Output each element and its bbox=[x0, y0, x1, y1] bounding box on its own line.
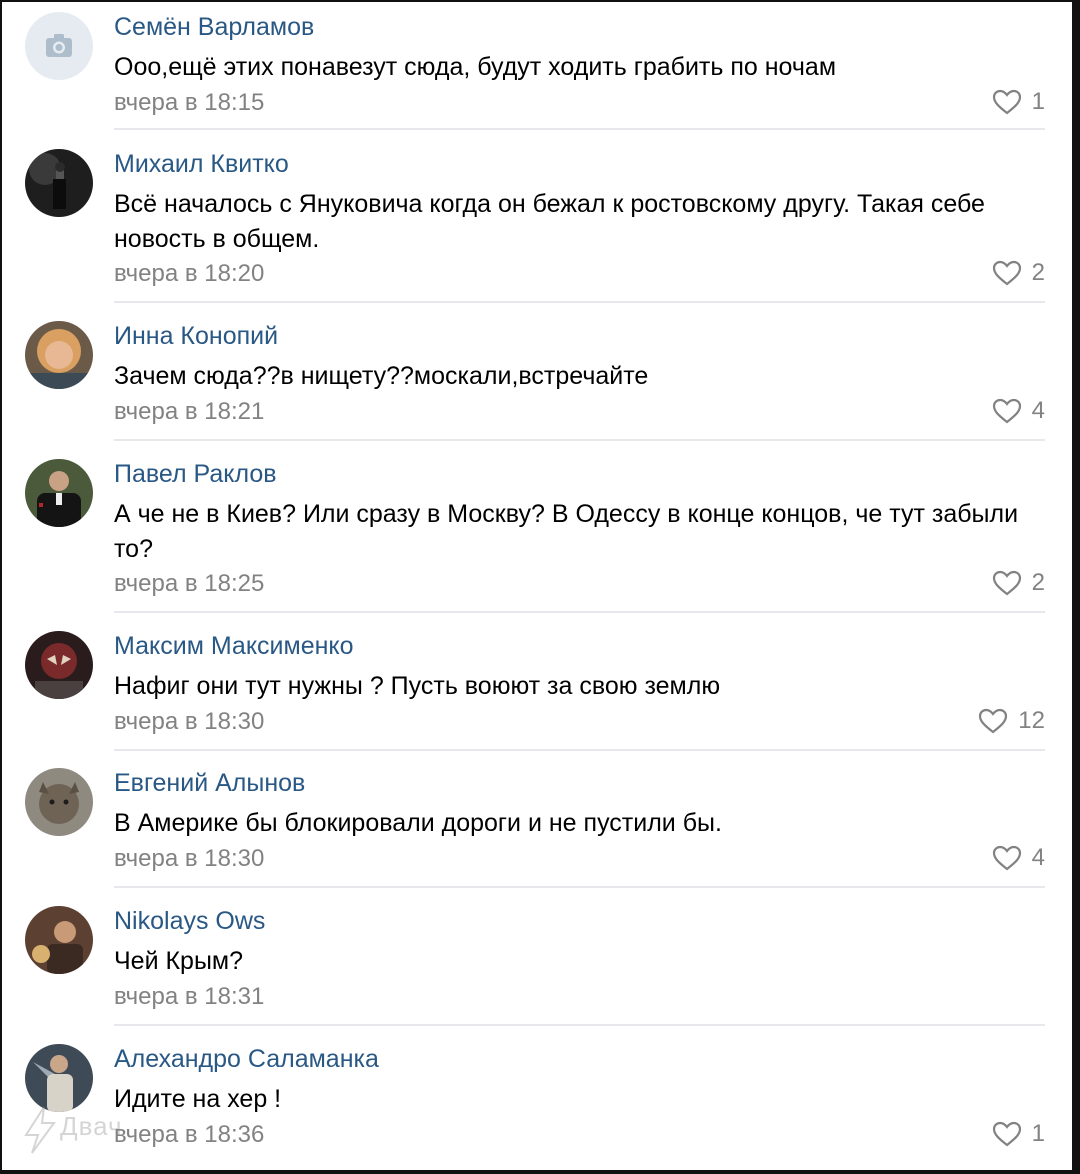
comment-text: Идите на хер ! bbox=[114, 1085, 282, 1113]
heart-outline-icon bbox=[992, 570, 1021, 596]
comment-text: Нафиг они тут нужны ? Пусть воюют за сво… bbox=[114, 672, 721, 700]
user-photo bbox=[25, 149, 93, 217]
avatar[interactable] bbox=[25, 906, 93, 974]
heart-outline-icon bbox=[992, 1121, 1021, 1147]
like-button[interactable]: 12 bbox=[978, 706, 1045, 736]
like-count: 1 bbox=[1031, 88, 1045, 115]
heart-outline-icon bbox=[992, 260, 1021, 286]
comment-text: Всё началось с Януковича когда он бежал … bbox=[114, 190, 985, 253]
avatar[interactable] bbox=[25, 631, 93, 699]
user-photo bbox=[25, 459, 93, 527]
comment-text: А че не в Киев? Или сразу в Москву? В Од… bbox=[114, 500, 1019, 563]
comment-text: Чей Крым? bbox=[114, 947, 244, 975]
watermark-logo: Двач bbox=[20, 1105, 160, 1155]
comment-date[interactable]: вчера в 18:15 bbox=[114, 89, 264, 117]
user-photo bbox=[25, 1044, 93, 1112]
like-button[interactable]: 4 bbox=[992, 396, 1045, 426]
comment-date[interactable]: вчера в 18:30 bbox=[114, 845, 264, 873]
like-count: 2 bbox=[1031, 259, 1045, 286]
comment-author[interactable]: Павел Раклов bbox=[114, 459, 277, 489]
avatar[interactable] bbox=[25, 321, 93, 389]
like-count: 12 bbox=[1018, 707, 1045, 734]
comment-author[interactable]: Инна Конопий bbox=[114, 321, 278, 351]
comment-date[interactable]: вчера в 18:25 bbox=[114, 570, 264, 598]
avatar[interactable] bbox=[25, 459, 93, 527]
comment-date[interactable]: вчера в 18:20 bbox=[114, 260, 264, 288]
comment-author[interactable]: Евгений Алынов bbox=[114, 768, 305, 798]
heart-outline-icon bbox=[992, 89, 1021, 115]
like-count: 1 bbox=[1031, 1120, 1045, 1147]
comment-date[interactable]: вчера в 18:21 bbox=[114, 398, 264, 426]
heart-outline-icon bbox=[992, 398, 1021, 424]
lightning-icon bbox=[24, 1106, 56, 1154]
heart-outline-icon bbox=[992, 845, 1021, 871]
comment-author[interactable]: Алехандро Саламанка bbox=[114, 1044, 379, 1074]
like-count: 4 bbox=[1031, 844, 1045, 871]
comment-author[interactable]: Максим Максименко bbox=[114, 631, 354, 661]
heart-outline-icon bbox=[979, 708, 1008, 734]
user-photo bbox=[25, 768, 93, 836]
comment-date[interactable]: вчера в 18:31 bbox=[114, 983, 264, 1011]
divider bbox=[114, 1024, 1045, 1026]
divider bbox=[114, 301, 1045, 303]
comment-text: В Америке бы блокировали дороги и не пус… bbox=[114, 809, 722, 837]
avatar[interactable] bbox=[25, 1044, 93, 1112]
camera-icon bbox=[25, 12, 93, 80]
divider bbox=[114, 749, 1045, 751]
like-button[interactable]: 1 bbox=[992, 1119, 1045, 1149]
like-button[interactable]: 1 bbox=[992, 87, 1045, 117]
user-photo bbox=[25, 906, 93, 974]
divider bbox=[114, 611, 1045, 613]
divider bbox=[114, 439, 1045, 441]
comment-text: Ооо,ещё этих понавезут сюда, будут ходит… bbox=[114, 53, 837, 81]
avatar[interactable] bbox=[25, 768, 93, 836]
like-count: 2 bbox=[1031, 569, 1045, 596]
comment-text: Зачем сюда??в нищету??москали,встречайте bbox=[114, 362, 649, 390]
comment-date[interactable]: вчера в 18:30 bbox=[114, 708, 264, 736]
user-photo bbox=[25, 321, 93, 389]
comment-author[interactable]: Nikolays Ows bbox=[114, 906, 265, 936]
watermark-text: Двач bbox=[60, 1111, 123, 1141]
avatar[interactable] bbox=[25, 12, 93, 80]
like-button[interactable]: 2 bbox=[992, 258, 1045, 288]
user-photo bbox=[25, 631, 93, 699]
divider bbox=[114, 128, 1045, 130]
avatar[interactable] bbox=[25, 149, 93, 217]
divider bbox=[114, 886, 1045, 888]
comment-author[interactable]: Михаил Квитко bbox=[114, 149, 289, 179]
like-button[interactable]: 2 bbox=[992, 568, 1045, 598]
comment-author[interactable]: Семён Варламов bbox=[114, 12, 314, 42]
like-button[interactable]: 4 bbox=[992, 843, 1045, 873]
like-count: 4 bbox=[1031, 397, 1045, 424]
